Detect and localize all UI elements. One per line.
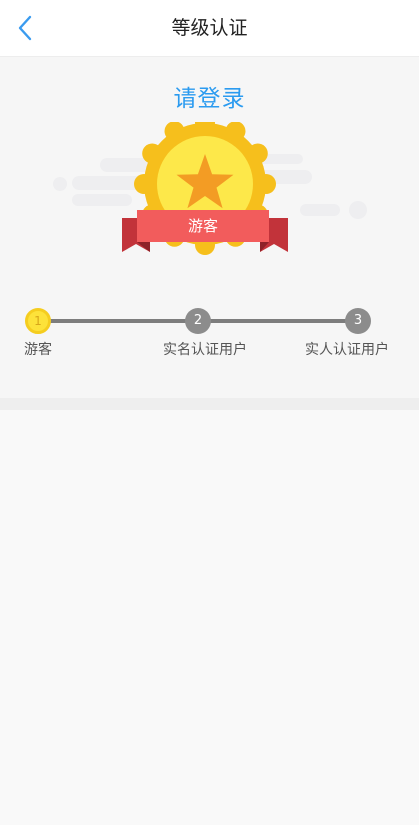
level-card: 请登录 游客 1 2 3 游客 实名认证用户 实人认证用户 (0, 57, 419, 398)
step-3-label: 实人认证用户 (305, 342, 389, 358)
content-area (0, 410, 419, 825)
step-connector (38, 319, 198, 323)
login-link[interactable]: 请登录 (0, 79, 419, 113)
section-divider (0, 398, 419, 410)
page: 等级认证 请登录 游客 1 2 3 游客 实名认证用户 实人认证用户 (0, 0, 419, 825)
step-1-dot: 1 (25, 308, 51, 334)
badge-label: 游客 (187, 217, 218, 235)
step-2-label: 实名认证用户 (163, 342, 247, 358)
step-connector (198, 319, 358, 323)
page-title: 等级认证 (171, 17, 248, 39)
level-badge: 游客 (0, 122, 419, 262)
step-2-dot: 2 (185, 308, 211, 334)
nav-bar: 等级认证 (0, 0, 419, 57)
level-steps: 1 2 3 游客 实名认证用户 实人认证用户 (0, 307, 419, 367)
step-1-label: 游客 (24, 342, 52, 358)
step-3-dot: 3 (345, 308, 371, 334)
